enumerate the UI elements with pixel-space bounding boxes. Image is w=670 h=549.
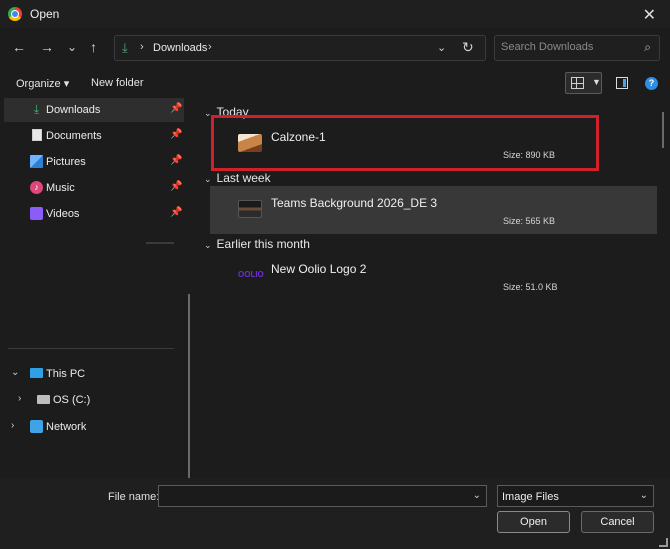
group-header-last-week[interactable]: ⌄ Last week — [204, 171, 271, 185]
address-bar[interactable]: ⤓ › Downloads › ⌄ ↻ — [114, 35, 486, 61]
cancel-button[interactable]: Cancel — [581, 511, 654, 533]
sidebar-item-this-pc[interactable]: ⌄ This PC — [4, 362, 184, 386]
command-bar: Organize ▾ New folder ▼ ? — [0, 70, 670, 98]
file-name-field[interactable] — [163, 490, 463, 502]
chevron-down-icon[interactable]: ⌄ — [11, 367, 19, 378]
pin-icon[interactable]: 📌 — [170, 103, 182, 114]
new-folder-button[interactable]: New folder — [91, 77, 144, 89]
chevron-right-icon[interactable]: › — [18, 393, 21, 404]
videos-icon — [30, 207, 43, 220]
sidebar-item-label: This PC — [46, 368, 86, 380]
file-name-combobox[interactable]: ⌄ — [158, 485, 487, 507]
download-icon: ⤓ — [122, 40, 128, 55]
breadcrumb-separator-icon: › — [140, 41, 144, 53]
refresh-icon[interactable]: ↻ — [462, 39, 474, 56]
file-name: Teams Background 2026_DE 3 — [271, 196, 438, 210]
search-box[interactable]: ⌕ — [494, 35, 660, 61]
group-header-label: Last week — [216, 171, 271, 185]
search-icon[interactable]: ⌕ — [644, 40, 651, 55]
music-icon: ♪ — [30, 181, 43, 194]
file-size: Size: 565 KB — [503, 216, 556, 226]
chevron-down-icon[interactable]: ⌄ — [204, 174, 212, 184]
window-title: Open — [30, 7, 60, 21]
pin-icon[interactable]: 📌 — [170, 207, 182, 218]
forward-arrow-icon[interactable]: → — [40, 38, 54, 56]
sidebar-item-label: Downloads — [46, 104, 101, 116]
sidebar-item-label: Network — [46, 421, 87, 433]
sidebar-item-network[interactable]: › Network — [4, 415, 184, 439]
sidebar-item-label: Videos — [46, 208, 80, 220]
sidebar-item-pictures[interactable]: Pictures 📌 — [4, 150, 184, 174]
breadcrumb-separator-icon[interactable]: › — [208, 41, 212, 53]
file-name: New Oolio Logo 2 — [271, 262, 367, 276]
oolio-logo-thumbnail: OOLIO — [238, 270, 264, 279]
chevron-right-icon[interactable]: › — [11, 420, 14, 431]
download-icon: ⤓ — [33, 102, 40, 116]
chevron-down-icon[interactable]: ⌄ — [204, 240, 212, 250]
open-button[interactable]: Open — [497, 511, 570, 533]
title-bar: Open ✕ — [0, 0, 670, 28]
sidebar-item-label: OS (C:) — [53, 394, 91, 406]
search-input[interactable] — [501, 41, 631, 53]
file-type-value: Image Files — [502, 491, 559, 503]
organize-button[interactable]: Organize ▾ — [16, 77, 69, 90]
preview-pane-icon[interactable] — [616, 77, 628, 89]
sidebar-item-downloads[interactable]: ⤓ Downloads 📌 — [4, 98, 184, 122]
chevron-down-icon[interactable]: ▼ — [592, 77, 601, 87]
document-icon — [32, 129, 42, 141]
sidebar-item-videos[interactable]: Videos 📌 — [4, 202, 184, 226]
sidebar-item-label: Documents — [46, 130, 102, 142]
pin-icon[interactable]: 📌 — [170, 181, 182, 192]
sidebar-item-label: Music — [46, 182, 75, 194]
pictures-icon — [30, 155, 43, 168]
close-icon[interactable]: ✕ — [643, 5, 656, 25]
change-view-button[interactable]: ▼ — [565, 72, 602, 94]
sidebar-item-documents[interactable]: Documents 📌 — [4, 124, 184, 148]
pin-icon[interactable]: 📌 — [170, 155, 182, 166]
navigation-bar: ← → ⌄ ↑ ⤓ › Downloads › ⌄ ↻ ⌕ — [0, 28, 670, 68]
file-name-label: File name: — [108, 491, 160, 503]
highlight-annotation-box — [211, 115, 599, 171]
chevron-down-icon[interactable]: ⌄ — [437, 41, 446, 54]
sidebar-item-label: Pictures — [46, 156, 86, 168]
details-view-icon — [571, 77, 584, 89]
chrome-icon — [8, 7, 22, 21]
sidebar-item-os-c[interactable]: › OS (C:) — [4, 388, 184, 412]
resize-grip-icon[interactable] — [659, 538, 668, 547]
group-header-label: Earlier this month — [216, 237, 310, 251]
up-arrow-icon[interactable]: ↑ — [90, 38, 97, 56]
teams-background-thumbnail — [238, 200, 262, 218]
navigation-pane: ⤓ Downloads 📌 Documents 📌 Pictures 📌 ♪ M… — [0, 98, 196, 549]
file-list-scrollbar[interactable] — [662, 112, 664, 148]
computer-icon — [30, 368, 43, 378]
drive-icon — [37, 395, 50, 404]
help-icon[interactable]: ? — [645, 77, 658, 90]
dialog-footer: File name: ⌄ Image Files ⌄ Open Cancel — [0, 478, 670, 549]
chevron-down-icon[interactable]: ⌄ — [640, 490, 648, 501]
divider — [8, 348, 174, 349]
recent-locations-chevron-icon[interactable]: ⌄ — [67, 38, 77, 56]
file-row[interactable]: OOLIO New Oolio Logo 2 Size: 51.0 KB — [210, 252, 657, 300]
pin-icon[interactable]: 📌 — [170, 129, 182, 140]
file-size: Size: 51.0 KB — [503, 282, 558, 292]
back-arrow-icon[interactable]: ← — [12, 38, 26, 56]
chevron-down-icon[interactable]: ⌄ — [473, 490, 481, 501]
divider — [146, 242, 174, 244]
group-header-earlier-this-month[interactable]: ⌄ Earlier this month — [204, 237, 310, 251]
file-type-select[interactable]: Image Files ⌄ — [497, 485, 654, 507]
network-icon — [30, 420, 43, 433]
sidebar-item-music[interactable]: ♪ Music 📌 — [4, 176, 184, 200]
file-row[interactable]: Teams Background 2026_DE 3 Size: 565 KB — [210, 186, 657, 234]
breadcrumb-downloads[interactable]: Downloads — [153, 42, 207, 54]
